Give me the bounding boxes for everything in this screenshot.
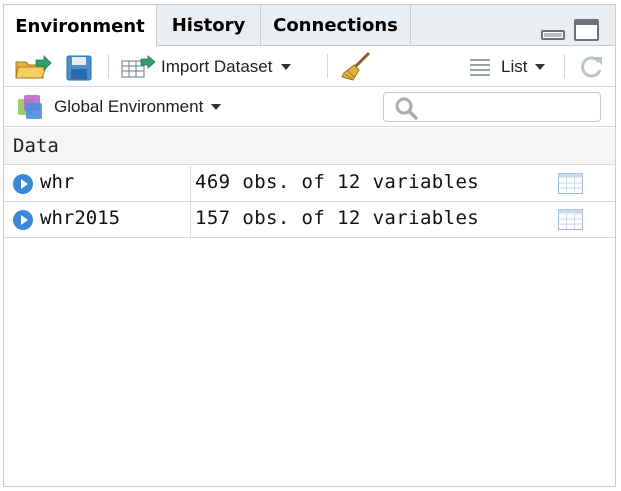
broom-icon — [341, 52, 370, 81]
view-mode-dropdown[interactable]: List — [469, 54, 546, 80]
data-section-header: Data — [4, 128, 615, 165]
chevron-down-icon — [211, 104, 222, 110]
variable-value: 469 obs. of 12 variables — [195, 171, 480, 193]
toolbar-separator — [108, 54, 109, 78]
play-icon[interactable] — [13, 210, 33, 230]
variable-name[interactable]: whr — [40, 171, 74, 193]
tab-bar: Environment History Connections — [4, 5, 615, 47]
environment-bar: Global Environment — [4, 87, 615, 127]
toolbar: Import Dataset List — [4, 46, 615, 87]
import-dataset-label: Import Dataset — [161, 57, 273, 76]
list-icon — [470, 59, 490, 76]
open-folder-icon — [15, 55, 52, 79]
table-row[interactable]: whr 469 obs. of 12 variables — [4, 166, 615, 202]
environment-pane: Environment History Connections Import D… — [3, 4, 616, 487]
refresh-button[interactable] — [578, 54, 604, 80]
toolbar-separator — [564, 54, 565, 78]
import-dataset-button[interactable]: Import Dataset — [121, 54, 291, 80]
search-icon — [395, 97, 418, 120]
variable-name-cell: whr2015 — [4, 202, 191, 237]
empty-area — [4, 238, 615, 486]
data-section-label: Data — [13, 135, 59, 157]
toolbar-separator — [327, 54, 328, 78]
variable-value: 157 obs. of 12 variables — [195, 207, 480, 229]
variable-name[interactable]: whr2015 — [40, 207, 120, 229]
environment-selector[interactable]: Global Environment — [16, 93, 222, 121]
maximize-icon[interactable] — [574, 19, 599, 41]
grid-view-icon[interactable] — [558, 209, 583, 230]
save-icon — [66, 55, 92, 81]
tab-environment[interactable]: Environment — [4, 5, 157, 47]
clear-workspace-button[interactable] — [341, 52, 371, 82]
table-row[interactable]: whr2015 157 obs. of 12 variables — [4, 202, 615, 238]
chevron-down-icon — [535, 64, 546, 70]
chevron-down-icon — [280, 64, 291, 70]
play-icon[interactable] — [13, 174, 33, 194]
minimize-icon[interactable] — [541, 30, 565, 40]
environment-icon — [18, 95, 42, 119]
search-input[interactable] — [383, 92, 601, 122]
environment-label: Global Environment — [54, 97, 204, 116]
tab-history[interactable]: History — [157, 5, 261, 46]
tab-connections[interactable]: Connections — [261, 5, 411, 46]
variable-name-cell: whr — [4, 166, 191, 201]
save-workspace-button[interactable] — [66, 55, 92, 81]
load-workspace-button[interactable] — [14, 54, 52, 80]
refresh-icon — [581, 56, 602, 78]
import-dataset-icon — [121, 55, 156, 78]
view-mode-label: List — [501, 57, 528, 76]
grid-view-icon[interactable] — [558, 173, 583, 194]
